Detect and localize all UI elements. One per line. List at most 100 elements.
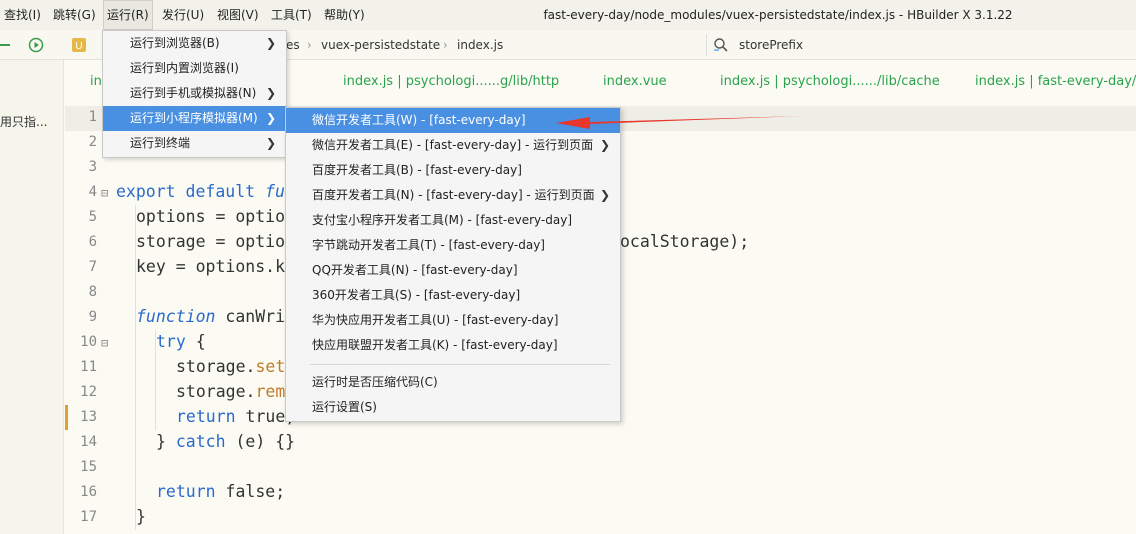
code-text: storage. xyxy=(176,357,256,376)
sidebar-text[interactable]: 用只指... xyxy=(0,113,47,130)
svg-text:U: U xyxy=(75,41,82,52)
menu-publish[interactable]: 发行(U) xyxy=(158,0,208,30)
code-text: false; xyxy=(215,482,286,501)
line-number: 16 xyxy=(80,484,97,500)
code-text: (e) {} xyxy=(225,432,296,451)
line-number: 8 xyxy=(88,284,97,300)
menu-item-label: 运行到手机或模拟器(N) xyxy=(130,86,257,100)
submenu-arrow-icon: ❯ xyxy=(265,111,276,125)
code-keyword: try xyxy=(156,332,186,351)
run-icon[interactable] xyxy=(28,37,44,53)
submenu-arrow-icon: ❯ xyxy=(265,136,276,150)
menu-view[interactable]: 视图(V) xyxy=(213,0,263,30)
menu-divider xyxy=(310,364,610,365)
menu-goto[interactable]: 跳转(G) xyxy=(49,0,100,30)
line-number: 7 xyxy=(88,259,97,275)
menu-find[interactable]: 查找(I) xyxy=(0,0,45,30)
editor-tab[interactable]: index.vue xyxy=(603,74,667,89)
code-line: } xyxy=(136,507,146,526)
menu-run[interactable]: 运行(R) xyxy=(103,0,153,30)
line-number: 12 xyxy=(80,384,97,400)
menu-item-label: 百度开发者工具(N) - [fast-every-day] - 运行到页面 xyxy=(312,188,595,202)
bytedance-devtools-item[interactable]: 字节跳动开发者工具(T) - [fast-every-day] xyxy=(286,233,620,258)
breadcrumb-separator: › xyxy=(443,38,448,52)
run-to-browser-item[interactable]: 运行到浏览器(B) ❯ xyxy=(103,31,286,56)
code-line: function canWri xyxy=(136,307,285,326)
code-method: set xyxy=(255,357,286,376)
editor-tab[interactable]: index.js | psychologi....../lib/cache xyxy=(720,74,940,89)
code-line: options = optio xyxy=(136,207,286,226)
code-line: storage = optio xyxy=(136,232,286,251)
line-number: 17 xyxy=(80,509,97,525)
breadcrumb-item[interactable]: vuex-persistedstate xyxy=(321,30,440,60)
menu-item-label: 运行到内置浏览器(I) xyxy=(130,61,239,75)
code-method: rem xyxy=(255,382,286,401)
code-line: storage.set xyxy=(176,357,285,376)
line-number: 9 xyxy=(88,309,97,325)
search-box[interactable]: storePrefix xyxy=(706,34,1136,56)
code-text: { xyxy=(185,332,206,351)
menu-item-label: 运行到终端 xyxy=(130,136,191,150)
editor-tab[interactable]: in xyxy=(90,74,102,89)
line-number: 1 xyxy=(88,109,97,125)
miniprogram-submenu: 微信开发者工具(W) - [fast-every-day] 微信开发者工具(E)… xyxy=(285,107,621,422)
submenu-arrow-icon: ❯ xyxy=(599,188,610,202)
menu-item-label: 快应用联盟开发者工具(K) - [fast-every-day] xyxy=(312,338,558,352)
code-line: storage.rem xyxy=(176,382,285,401)
fold-icon[interactable]: ⊟ xyxy=(101,186,108,200)
360-devtools-item[interactable]: 360开发者工具(S) - [fast-every-day] xyxy=(286,283,620,308)
code-keyword: return xyxy=(156,482,216,501)
code-keyword: return xyxy=(176,407,236,426)
menu-item-label: 运行设置(S) xyxy=(312,400,377,414)
search-icon xyxy=(714,38,728,52)
arrow-icon[interactable] xyxy=(0,37,12,53)
run-to-terminal-item[interactable]: 运行到终端 ❯ xyxy=(103,131,286,156)
line-number: 6 xyxy=(88,234,97,250)
compress-code-item[interactable]: 运行时是否压缩代码(C) xyxy=(286,370,620,395)
submenu-arrow-icon: ❯ xyxy=(265,86,276,100)
menu-item-label: 运行到浏览器(B) xyxy=(130,36,220,50)
line-number: 4 xyxy=(88,184,97,200)
editor-tab[interactable]: index.js | fast-every-day/lib xyxy=(975,74,1136,89)
run-to-miniprogram-item[interactable]: 运行到小程序模拟器(M) ❯ xyxy=(103,106,286,131)
code-line: ocalStorage); xyxy=(620,232,750,251)
search-text: storePrefix xyxy=(739,38,804,52)
fold-icon[interactable]: ⊟ xyxy=(101,336,108,350)
quickapp-alliance-devtools-item[interactable]: 快应用联盟开发者工具(K) - [fast-every-day] xyxy=(286,333,620,358)
menu-tools[interactable]: 工具(T) xyxy=(267,0,316,30)
breadcrumb-separator: › xyxy=(307,38,312,52)
code-function: fu xyxy=(265,182,285,201)
run-settings-item[interactable]: 运行设置(S) xyxy=(286,395,620,420)
baidu-devtools-item[interactable]: 百度开发者工具(B) - [fast-every-day] xyxy=(286,158,620,183)
line-number: 13 xyxy=(80,409,97,425)
run-to-phone-item[interactable]: 运行到手机或模拟器(N) ❯ xyxy=(103,81,286,106)
menu-bar: fast-every-day/node_modules/vuex-persist… xyxy=(0,0,1136,30)
annotation-arrow-icon xyxy=(556,116,802,129)
line-number: 10 xyxy=(80,334,97,350)
run-to-builtin-browser-item[interactable]: 运行到内置浏览器(I) xyxy=(103,56,286,81)
code-text: } xyxy=(156,432,176,451)
code-function: canWri xyxy=(225,307,286,326)
code-line: return true; xyxy=(176,407,295,426)
line-number: 14 xyxy=(80,434,97,450)
code-keyword: catch xyxy=(175,432,226,451)
menu-item-label: 支付宝小程序开发者工具(M) - [fast-every-day] xyxy=(312,213,572,227)
code-keyword: export default xyxy=(116,182,256,201)
line-number: 5 xyxy=(88,209,97,225)
editor-tab[interactable]: index.js | psychologi......g/lib/http xyxy=(343,74,559,89)
line-number: 2 xyxy=(88,134,97,150)
menu-item-label: 微信开发者工具(W) - [fast-every-day] xyxy=(312,113,526,127)
baidu-devtools-page-item[interactable]: 百度开发者工具(N) - [fast-every-day] - 运行到页面 ❯ xyxy=(286,183,620,208)
menu-help[interactable]: 帮助(Y) xyxy=(320,0,369,30)
project-icon[interactable]: U xyxy=(71,37,87,53)
huawei-quickapp-devtools-item[interactable]: 华为快应用开发者工具(U) - [fast-every-day] xyxy=(286,308,620,333)
menu-item-label: 华为快应用开发者工具(U) - [fast-every-day] xyxy=(312,313,559,327)
qq-devtools-item[interactable]: QQ开发者工具(N) - [fast-every-day] xyxy=(286,258,620,283)
submenu-arrow-icon: ❯ xyxy=(265,36,276,50)
menu-item-label: 百度开发者工具(B) - [fast-every-day] xyxy=(312,163,522,177)
code-line: return false; xyxy=(156,482,285,501)
breadcrumb-item[interactable]: index.js xyxy=(457,30,503,60)
breadcrumb-item[interactable]: es xyxy=(286,30,300,60)
menu-item-label: 微信开发者工具(E) - [fast-every-day] - 运行到页面 xyxy=(312,138,594,152)
alipay-devtools-item[interactable]: 支付宝小程序开发者工具(M) - [fast-every-day] xyxy=(286,208,620,233)
